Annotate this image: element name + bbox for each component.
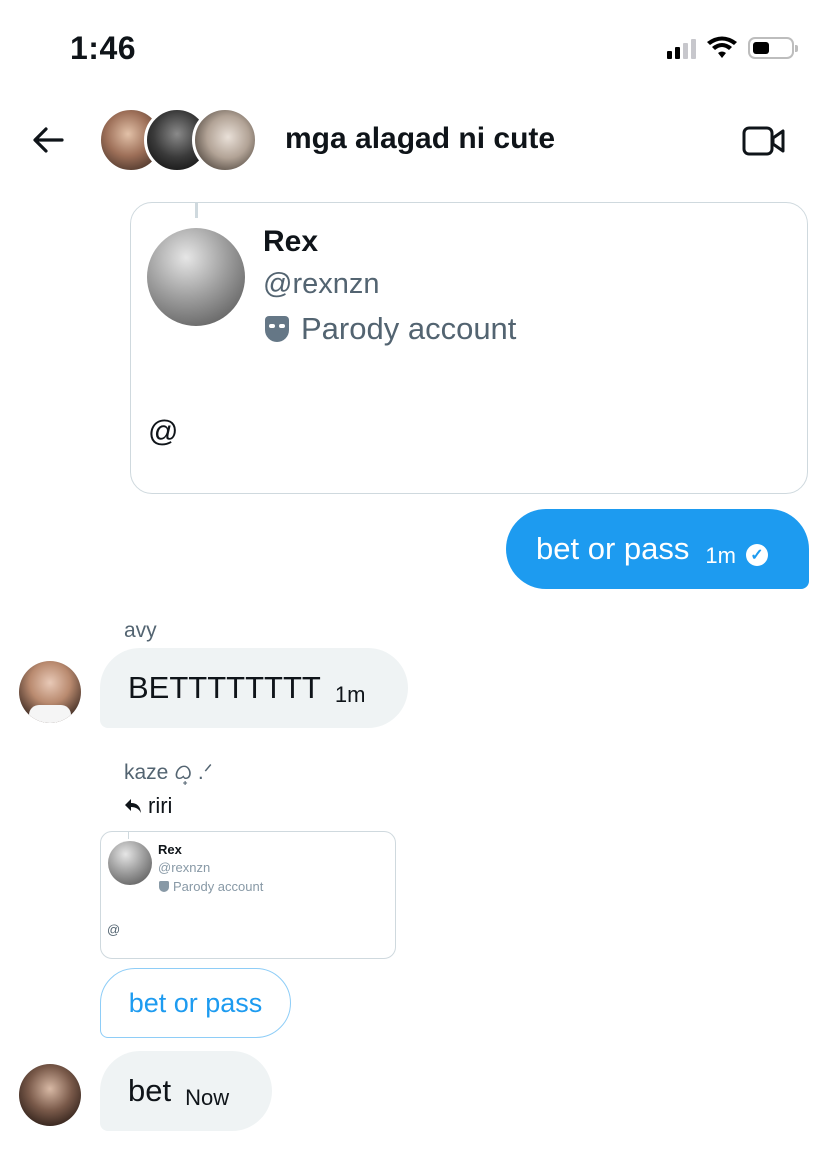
received-message-bubble[interactable]: BETTTTTTTT 1m	[100, 648, 408, 728]
quoted-post-handle: @rexnzn	[263, 268, 380, 300]
quoted-post-text: @	[107, 922, 121, 937]
parody-label: Parody account	[265, 311, 516, 347]
parody-label: Parody account	[159, 879, 263, 894]
thread-line	[128, 831, 129, 839]
message-time: 1m	[705, 543, 736, 568]
sender-name: kaze ᜊ᜔ .ᐟ	[124, 761, 213, 784]
parody-label-text: Parody account	[173, 879, 264, 894]
sender-name: avy	[124, 619, 157, 642]
video-camera-icon[interactable]	[742, 124, 786, 158]
parody-label-text: Parody account	[301, 311, 517, 346]
parody-mask-icon	[265, 316, 289, 342]
thread-line	[195, 202, 198, 218]
parody-mask-icon	[159, 881, 169, 892]
seen-check-icon: ✓	[745, 544, 768, 566]
replied-message-preview[interactable]: bet or pass	[100, 968, 291, 1038]
status-icons	[667, 36, 798, 60]
back-arrow-icon[interactable]	[28, 120, 68, 160]
battery-icon	[748, 37, 798, 59]
quoted-post-name: Rex	[263, 225, 319, 258]
rex-avatar-small	[108, 841, 152, 885]
received-message-bubble[interactable]: bet Now	[100, 1051, 272, 1131]
quoted-post-handle: @rexnzn	[158, 860, 211, 875]
message-time: Now	[185, 1085, 230, 1110]
sent-message-bubble[interactable]: bet or pass 1m ✓	[506, 509, 809, 589]
quoted-post-text: @	[148, 415, 179, 448]
group-member-avatar	[192, 107, 258, 173]
message-time: 1m	[334, 682, 366, 707]
wifi-icon	[707, 36, 737, 58]
kaze-avatar[interactable]	[19, 1064, 81, 1126]
avy-avatar[interactable]	[19, 661, 81, 723]
reply-to-name: riri	[148, 793, 173, 818]
quoted-post-name: Rex	[158, 842, 182, 857]
message-text: bet	[128, 1073, 172, 1108]
group-avatars[interactable]	[98, 104, 268, 176]
signal-icon	[667, 37, 696, 59]
message-text: bet or pass	[536, 531, 690, 566]
reply-indicator: riri	[124, 793, 172, 819]
reply-arrow-icon	[125, 799, 141, 813]
conversation-title[interactable]: mga alagad ni cute	[285, 122, 555, 156]
status-time: 1:46	[70, 30, 137, 66]
replied-message-text: bet or pass	[128, 987, 263, 1018]
rex-avatar	[147, 228, 245, 326]
message-text: BETTTTTTTT	[128, 670, 321, 705]
